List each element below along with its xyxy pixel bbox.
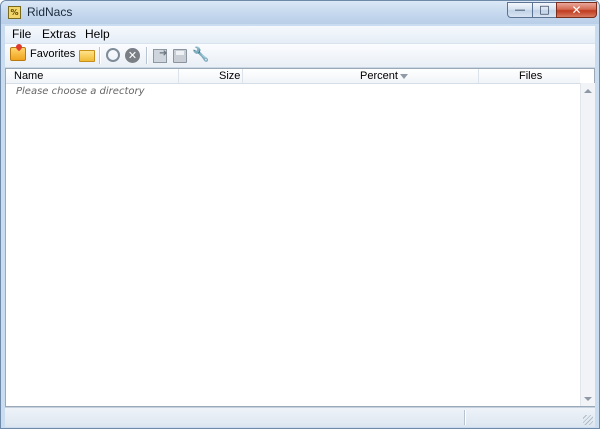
minimize-icon: — bbox=[514, 3, 526, 16]
maximize-icon: □ bbox=[539, 3, 550, 16]
scroll-up-icon[interactable] bbox=[584, 89, 592, 93]
column-divider[interactable] bbox=[242, 69, 243, 83]
settings-icon[interactable]: 🔧 bbox=[192, 47, 209, 63]
resize-grip-icon[interactable] bbox=[583, 415, 593, 425]
app-icon[interactable]: % bbox=[8, 6, 21, 19]
close-button[interactable]: ✕ bbox=[556, 2, 597, 18]
status-separator bbox=[464, 410, 466, 425]
directory-list[interactable]: Name Size Percent Files Please choose a … bbox=[5, 68, 595, 407]
column-percent[interactable]: Percent bbox=[360, 69, 398, 83]
minimize-button[interactable]: — bbox=[507, 2, 533, 18]
close-icon: ✕ bbox=[571, 3, 582, 17]
sort-desc-icon bbox=[400, 74, 408, 79]
folder-icon[interactable] bbox=[79, 50, 95, 62]
refresh-icon[interactable] bbox=[106, 48, 120, 62]
menu-help[interactable]: Help bbox=[85, 27, 110, 41]
menu-extras[interactable]: Extras bbox=[42, 27, 76, 41]
scroll-down-icon[interactable] bbox=[584, 397, 592, 401]
title-bar[interactable]: % RidNacs — □ ✕ bbox=[1, 1, 599, 24]
menu-file[interactable]: File bbox=[12, 27, 31, 41]
column-name[interactable]: Name bbox=[14, 69, 43, 83]
column-files[interactable]: Files bbox=[519, 69, 542, 83]
column-divider[interactable] bbox=[178, 69, 179, 83]
vertical-scrollbar[interactable] bbox=[580, 83, 595, 406]
maximize-button[interactable]: □ bbox=[532, 2, 557, 18]
column-size[interactable]: Size bbox=[219, 69, 240, 83]
toolbar: Favorites ✕ 🔧 bbox=[5, 44, 595, 68]
stop-icon[interactable]: ✕ bbox=[125, 48, 140, 63]
column-divider[interactable] bbox=[478, 69, 479, 83]
favorites-label: Favorites bbox=[30, 48, 76, 60]
toolbar-separator bbox=[99, 47, 101, 64]
save-icon[interactable] bbox=[173, 49, 187, 63]
app-window: % RidNacs — □ ✕ File Extras Help Favorit… bbox=[0, 0, 600, 429]
export-icon[interactable] bbox=[153, 48, 167, 63]
window-title: RidNacs bbox=[27, 5, 73, 19]
toolbar-separator bbox=[146, 47, 148, 64]
favorites-icon bbox=[10, 47, 26, 61]
list-header: Name Size Percent Files bbox=[6, 69, 580, 84]
empty-list-message: Please choose a directory bbox=[16, 86, 145, 97]
menu-bar: File Extras Help bbox=[5, 26, 595, 44]
status-bar bbox=[5, 407, 595, 427]
